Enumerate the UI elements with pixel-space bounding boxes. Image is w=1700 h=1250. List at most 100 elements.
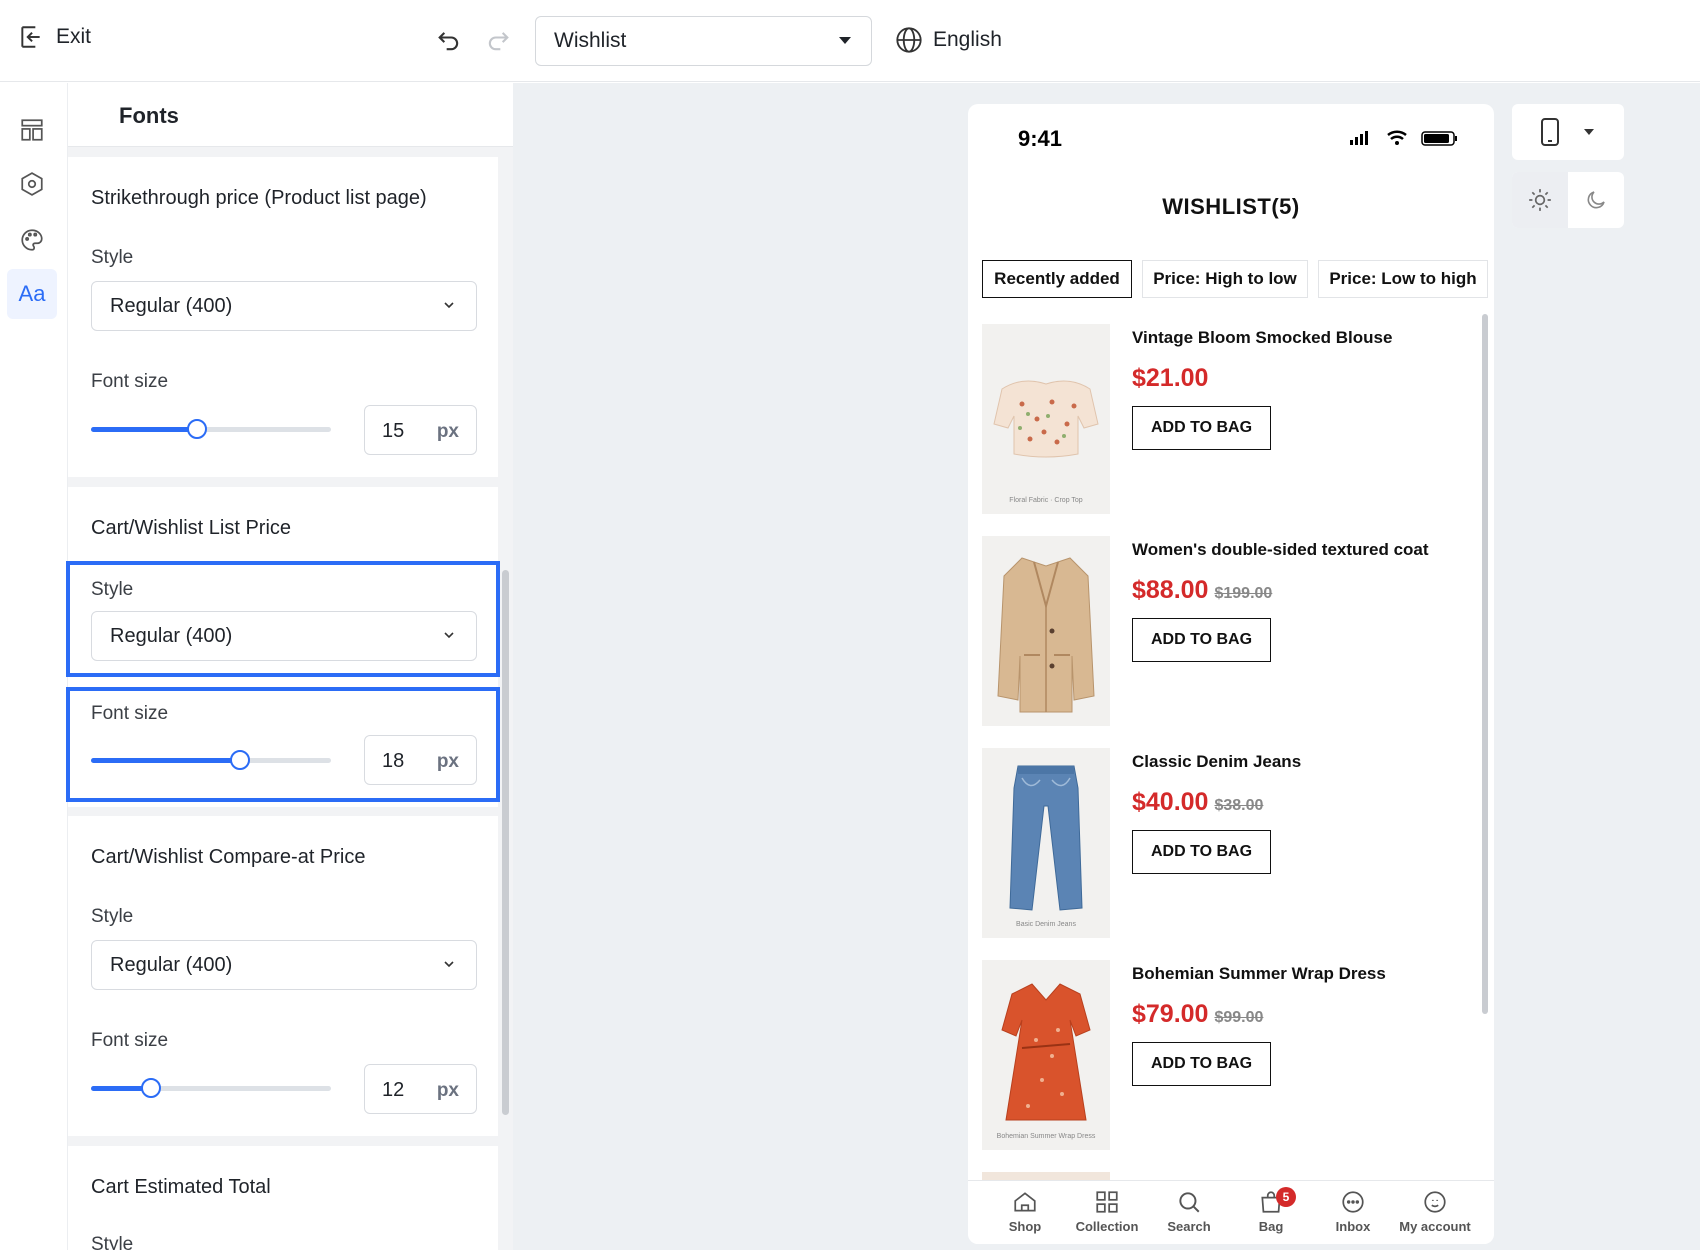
style-dropdown[interactable]: Regular (400) [91, 940, 477, 990]
wishlist-item: Basic Denim Jeans Classic Denim Jeans $4… [982, 748, 1472, 940]
product-name[interactable]: Vintage Bloom Smocked Blouse [1132, 328, 1392, 348]
font-size-input[interactable]: 15 px [364, 405, 477, 455]
compare-at-price: $199.00 [1214, 585, 1273, 602]
unit-label: px [436, 1080, 459, 1101]
price-value: $88.00 [1132, 576, 1209, 604]
tab-label: My account [1399, 1219, 1471, 1234]
add-to-bag-button[interactable]: ADD TO BAG [1132, 406, 1271, 450]
moon-icon [1587, 191, 1605, 209]
tab-shop[interactable]: Shop [984, 1189, 1066, 1234]
product-image[interactable]: Bohemian Summer Wrap Dress [982, 960, 1110, 1150]
sort-price-low-high[interactable]: Price: Low to high [1318, 260, 1488, 298]
tab-my-account[interactable]: My account [1394, 1189, 1476, 1234]
section-title: Strikethrough price (Product list page) [91, 187, 427, 209]
page-select[interactable]: Wishlist [535, 16, 872, 66]
list-scrollbar[interactable] [1482, 314, 1488, 1014]
phone-preview: 9:41 WISHLIST(5) Recently added Price: H… [968, 104, 1494, 1244]
redo-icon[interactable] [484, 27, 512, 55]
sort-recently-added[interactable]: Recently added [982, 260, 1132, 298]
font-size-slider[interactable] [91, 1076, 331, 1100]
image-caption: Basic Denim Jeans [1016, 921, 1076, 928]
top-bar: Exit Wishlist English [0, 0, 1700, 82]
font-size-label: Font size [91, 703, 169, 724]
theme-toggle [1512, 172, 1624, 228]
compare-at-price: $99.00 [1214, 1009, 1264, 1026]
slider-fill [91, 758, 240, 763]
sun-icon [1529, 189, 1551, 211]
globe-icon [896, 27, 922, 53]
exit-icon [21, 26, 40, 48]
slider-handle[interactable] [229, 750, 250, 770]
chat-icon [1342, 1191, 1364, 1213]
tab-label: Inbox [1335, 1219, 1371, 1234]
image-caption: Bohemian Summer Wrap Dress [996, 1133, 1096, 1140]
wishlist-item: Floral Fabric · Crop Top Vintage Bloom S… [982, 324, 1472, 516]
price-value: $21.00 [1132, 364, 1209, 392]
font-size-slider[interactable] [91, 417, 331, 441]
style-dropdown[interactable]: Regular (400) [91, 611, 477, 661]
rail-layout-button[interactable] [7, 105, 57, 155]
panel-scrollbar[interactable] [502, 570, 509, 1115]
product-price: $21.00 [1132, 364, 1208, 393]
product-price: $88.00 $199.00 [1132, 576, 1272, 605]
status-icons [1350, 130, 1457, 146]
price-value: $40.00 [1132, 788, 1209, 816]
product-image[interactable]: Basic Denim Jeans [982, 748, 1110, 938]
language-selector[interactable]: English [895, 26, 1002, 54]
layout-icon [21, 119, 43, 141]
device-selector[interactable] [1512, 104, 1624, 160]
dark-mode-button[interactable] [1568, 172, 1624, 228]
tab-search[interactable]: Search [1148, 1189, 1230, 1234]
font-size-value: 12 [382, 1079, 405, 1101]
style-value: Regular (400) [110, 625, 233, 647]
tab-inbox[interactable]: Inbox [1312, 1189, 1394, 1234]
product-image[interactable]: Floral Fabric · Crop Top [982, 324, 1110, 514]
product-name[interactable]: Bohemian Summer Wrap Dress [1132, 964, 1386, 984]
product-name[interactable]: Classic Denim Jeans [1132, 752, 1301, 772]
product-price: $40.00 $38.00 [1132, 788, 1263, 817]
undo-icon[interactable] [435, 27, 463, 55]
exit-button[interactable]: Exit [18, 24, 91, 50]
font-section-compare-price: Cart/Wishlist Compare-at Price Style Reg… [68, 816, 498, 1136]
style-label: Style [91, 906, 134, 927]
tab-label: Shop [1008, 1219, 1042, 1234]
tab-label: Collection [1075, 1219, 1139, 1234]
style-value: Regular (400) [110, 295, 233, 317]
unit-label: px [436, 421, 459, 442]
image-caption: Floral Fabric · Crop Top [1009, 497, 1083, 504]
rail-fonts-button[interactable]: Aa [7, 269, 57, 319]
light-mode-button[interactable] [1512, 172, 1568, 228]
style-label: Style [91, 1234, 134, 1250]
rail-colors-button[interactable] [7, 215, 57, 265]
style-dropdown[interactable]: Regular (400) [91, 281, 477, 331]
status-time: 9:41 [1018, 126, 1063, 151]
sort-price-high-low[interactable]: Price: High to low [1142, 260, 1308, 298]
product-image[interactable] [982, 536, 1110, 726]
font-size-slider[interactable] [91, 748, 331, 772]
font-size-label: Font size [91, 1030, 169, 1051]
rail-components-button[interactable] [7, 159, 57, 209]
panel-title: Fonts [119, 103, 179, 128]
product-name[interactable]: Women's double-sided textured coat [1132, 540, 1429, 560]
section-title: Cart Estimated Total [91, 1176, 271, 1198]
account-icon [1424, 1191, 1446, 1213]
tab-collection[interactable]: Collection [1066, 1189, 1148, 1234]
style-label: Style [91, 579, 134, 600]
slider-handle[interactable] [186, 419, 207, 439]
add-to-bag-button[interactable]: ADD TO BAG [1132, 618, 1271, 662]
font-size-input[interactable]: 18 px [364, 735, 477, 785]
add-to-bag-button[interactable]: ADD TO BAG [1132, 1042, 1271, 1086]
caret-down-icon [1584, 129, 1594, 135]
chevron-down-icon [444, 302, 454, 309]
add-to-bag-button[interactable]: ADD TO BAG [1132, 830, 1271, 874]
style-label: Style [91, 247, 134, 268]
fonts-panel: Fonts Strikethrough price (Product list … [66, 83, 513, 1250]
chevron-down-icon [444, 961, 454, 968]
slider-handle[interactable] [141, 1078, 161, 1098]
compare-at-price: $38.00 [1214, 797, 1264, 814]
font-size-input[interactable]: 12 px [364, 1064, 477, 1114]
fonts-icon: Aa [18, 281, 46, 306]
tab-bag[interactable]: 5 Bag [1230, 1187, 1312, 1234]
language-label: English [933, 28, 1002, 51]
chevron-down-icon [444, 632, 454, 639]
